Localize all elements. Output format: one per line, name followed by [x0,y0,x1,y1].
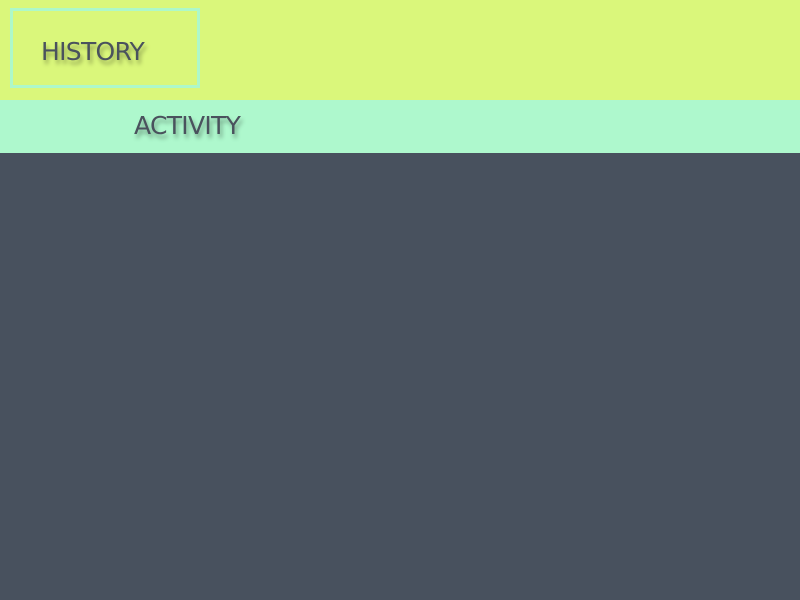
history-tab[interactable]: HISTORY [10,8,200,88]
top-navigation-bar: HISTORY [0,0,800,100]
activity-bar: ACTIVITY [0,100,800,153]
activity-tab-label: ACTIVITY [134,111,241,140]
main-content-area [0,153,800,600]
app-root: HISTORY ACTIVITY [0,0,800,600]
history-tab-label: HISTORY [41,37,145,66]
activity-tab[interactable]: ACTIVITY [122,106,272,150]
